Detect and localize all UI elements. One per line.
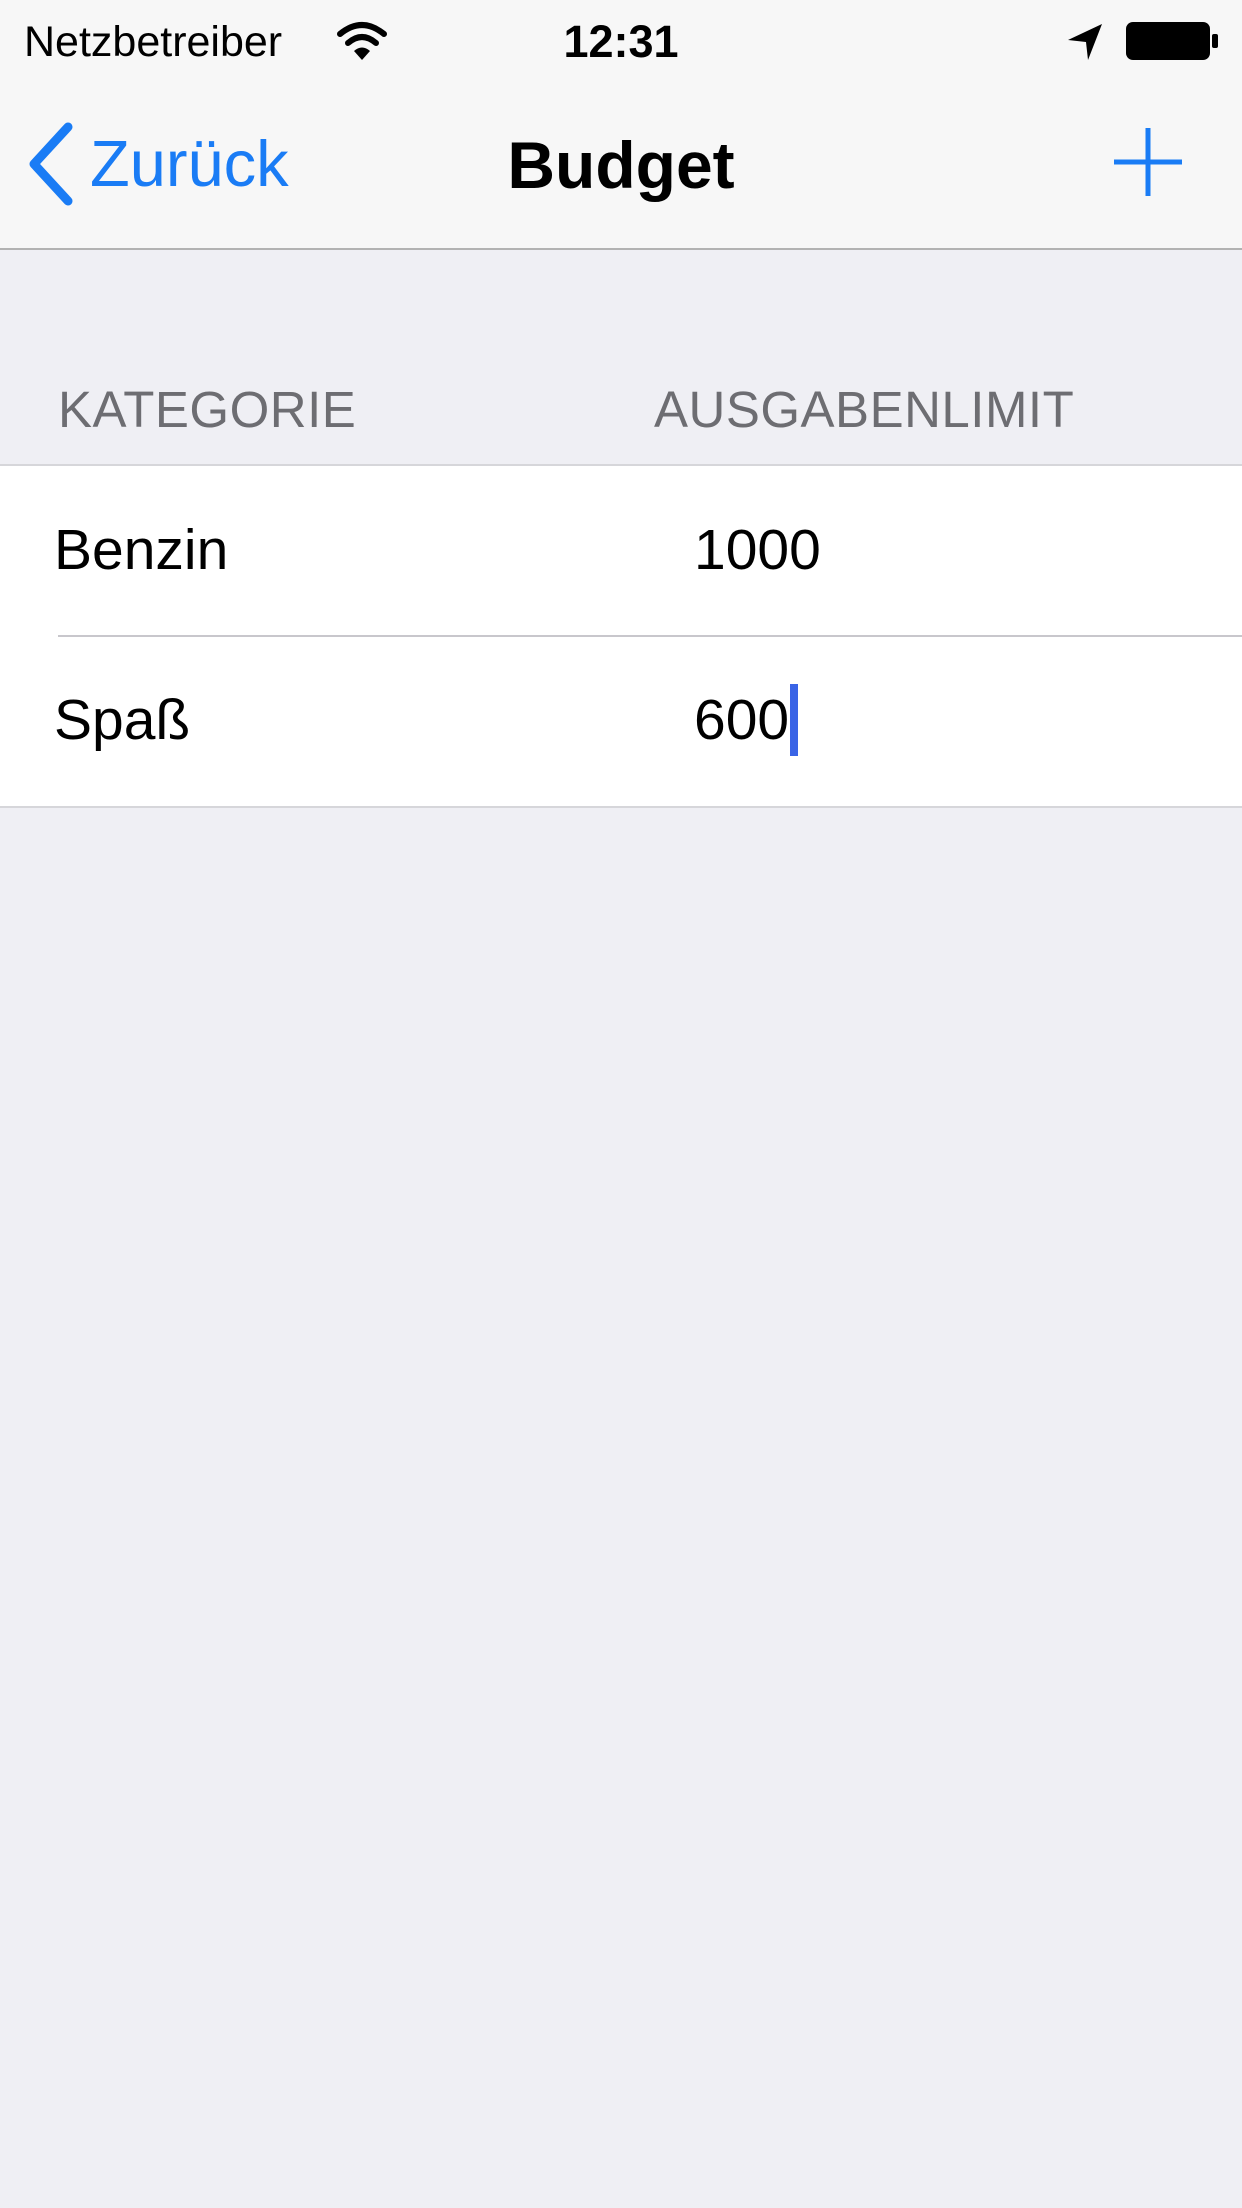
text-cursor — [790, 684, 799, 756]
location-arrow-icon — [1068, 24, 1102, 60]
limit-input[interactable]: 1000 — [694, 510, 821, 590]
table-header: KATEGORIE AUSGABENLIMIT — [0, 370, 1242, 450]
table-row[interactable]: Spaß 600 — [0, 635, 1242, 806]
category-label: Benzin — [54, 518, 229, 582]
column-header-limit: AUSGABENLIMIT — [654, 381, 1075, 438]
plus-icon[interactable] — [1112, 126, 1184, 198]
limit-value: 1000 — [694, 518, 821, 582]
page-title: Budget — [507, 128, 735, 202]
battery-icon — [1126, 22, 1218, 60]
status-bar: Netzbetreiber 12:31 — [0, 0, 1242, 84]
table-row[interactable]: Benzin 1000 — [0, 466, 1242, 636]
limit-input[interactable]: 600 — [694, 680, 799, 760]
column-header-category: KATEGORIE — [58, 381, 357, 438]
limit-value: 600 — [694, 688, 790, 752]
budget-table: Benzin 1000 Spaß 600 — [0, 464, 1242, 808]
status-time: 12:31 — [563, 16, 679, 67]
category-label: Spaß — [54, 688, 191, 752]
navigation-bar: Zurück Budget — [0, 84, 1242, 250]
